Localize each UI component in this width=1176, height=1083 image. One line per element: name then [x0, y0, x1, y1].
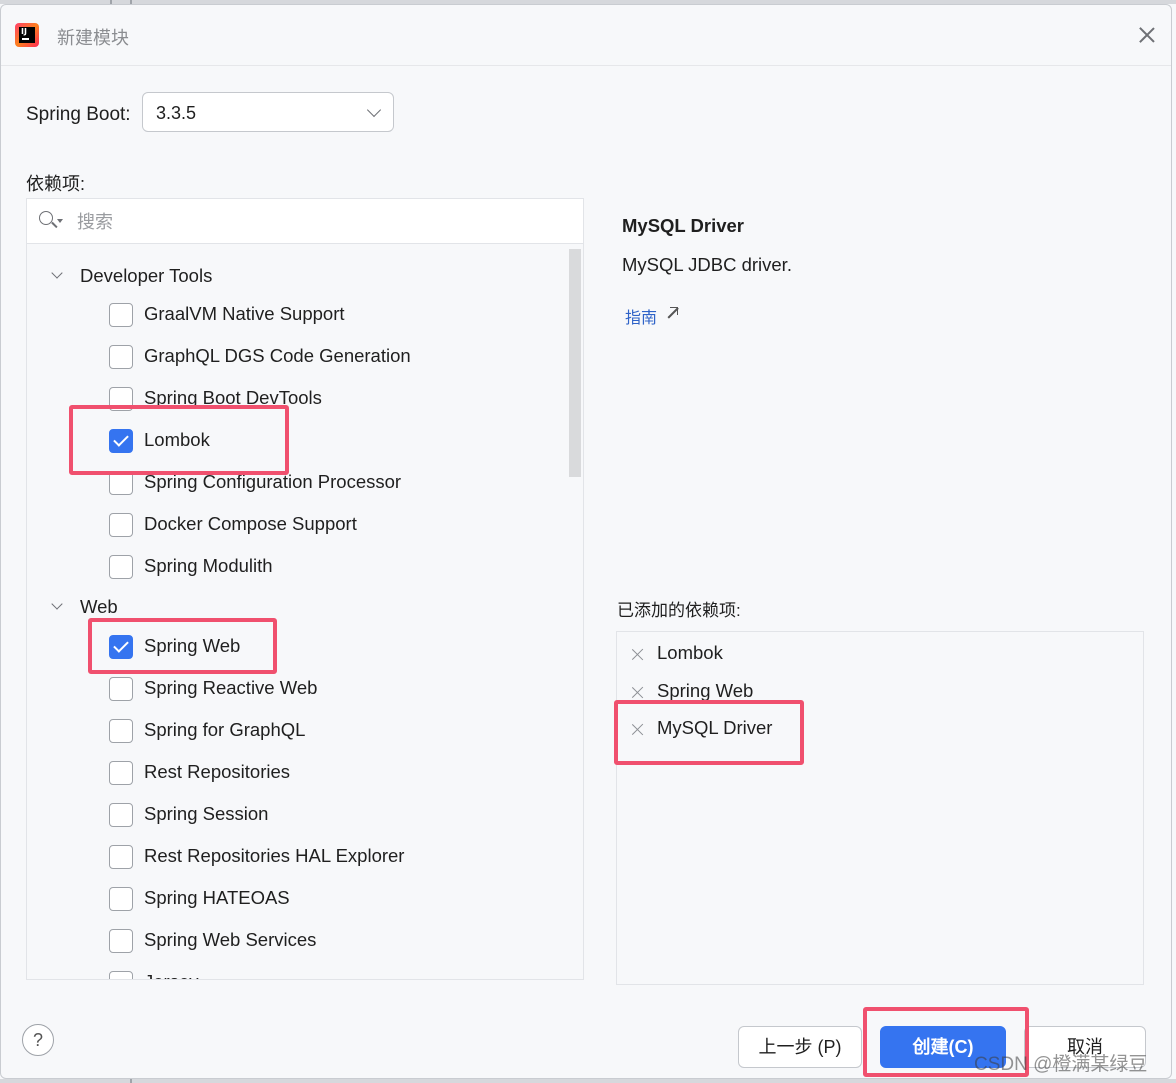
- checkbox[interactable]: [109, 555, 133, 579]
- dependencies-label: 依赖项:: [26, 174, 86, 194]
- selected-dep-description: MySQL JDBC driver.: [622, 254, 792, 275]
- dep-label: Spring Reactive Web: [144, 677, 318, 698]
- dep-label: Spring Web: [144, 635, 241, 656]
- dep-label: Rest Repositories: [144, 761, 291, 782]
- external-link-icon[interactable]: [665, 306, 679, 320]
- spring-boot-label: Spring Boot:: [26, 104, 131, 125]
- dep-label: Spring Modulith: [144, 555, 273, 576]
- checkbox[interactable]: [109, 677, 133, 701]
- added-deps-list: Lombok Spring Web MySQL Driver: [616, 631, 1144, 985]
- added-deps-label: 已添加的依赖项:: [617, 601, 741, 620]
- dep-label: Lombok: [144, 429, 210, 450]
- previous-button[interactable]: 上一步 (P): [738, 1026, 862, 1068]
- dep-label: Spring Configuration Processor: [144, 471, 402, 492]
- window-bottom-edge: [0, 1079, 1176, 1083]
- checkbox[interactable]: [109, 761, 133, 785]
- tree-scrollbar[interactable]: [569, 249, 581, 477]
- window-title: 新建模块: [57, 28, 129, 48]
- group-label: Developer Tools: [80, 265, 213, 286]
- checkbox[interactable]: [109, 929, 133, 953]
- checkbox-checked[interactable]: [109, 635, 133, 659]
- checkbox[interactable]: [109, 471, 133, 495]
- dep-label: Spring for GraphQL: [144, 719, 306, 740]
- dep-label: Spring HATEOAS: [144, 887, 290, 908]
- checkbox[interactable]: [109, 303, 133, 327]
- search-bar: [27, 199, 583, 244]
- dep-label: GraphQL DGS Code Generation: [144, 345, 411, 366]
- checkbox[interactable]: [109, 719, 133, 743]
- added-item-label: Spring Web: [657, 680, 754, 701]
- remove-icon[interactable]: [631, 685, 645, 699]
- group-label: Web: [80, 596, 118, 617]
- title-bar: 新建模块: [1, 5, 1171, 66]
- search-input[interactable]: [75, 207, 559, 237]
- checkbox[interactable]: [109, 387, 133, 411]
- dep-label: Spring Boot DevTools: [144, 387, 322, 408]
- checkbox[interactable]: [109, 513, 133, 537]
- checkbox-checked[interactable]: [109, 429, 133, 453]
- remove-icon[interactable]: [631, 647, 645, 661]
- added-item-label: Lombok: [657, 642, 723, 663]
- spring-boot-version-value: 3.3.5: [156, 103, 197, 123]
- dep-label: GraalVM Native Support: [144, 303, 345, 324]
- selected-dep-name: MySQL Driver: [622, 215, 745, 236]
- checkbox[interactable]: [109, 345, 133, 369]
- chevron-down-icon: [366, 102, 382, 118]
- search-options-icon[interactable]: [57, 219, 63, 223]
- dep-label: Spring Session: [144, 803, 269, 824]
- chevron-down-icon[interactable]: [51, 598, 63, 610]
- intellij-logo-icon: [15, 23, 39, 47]
- dep-label: Spring Web Services: [144, 929, 317, 950]
- close-icon[interactable]: [1133, 21, 1161, 49]
- dep-label: Docker Compose Support: [144, 513, 357, 534]
- checkbox[interactable]: [109, 845, 133, 869]
- watermark-text: CSDN @橙满某绿豆: [974, 1054, 1148, 1075]
- help-button[interactable]: ?: [22, 1024, 54, 1056]
- dep-label: Jersey: [144, 971, 199, 979]
- checkbox[interactable]: [109, 971, 133, 979]
- dependency-tree: Developer Tools GraalVM Native Support G…: [26, 198, 584, 980]
- checkbox[interactable]: [109, 887, 133, 911]
- chevron-down-icon[interactable]: [51, 267, 63, 279]
- help-icon: ?: [32, 1030, 43, 1050]
- added-item-label: MySQL Driver: [657, 717, 773, 738]
- dep-label: Rest Repositories HAL Explorer: [144, 845, 405, 866]
- guide-link[interactable]: 指南: [625, 304, 657, 328]
- search-icon[interactable]: [39, 211, 53, 225]
- checkbox[interactable]: [109, 803, 133, 827]
- spring-boot-version-select[interactable]: 3.3.5: [142, 92, 394, 132]
- remove-icon[interactable]: [631, 722, 645, 736]
